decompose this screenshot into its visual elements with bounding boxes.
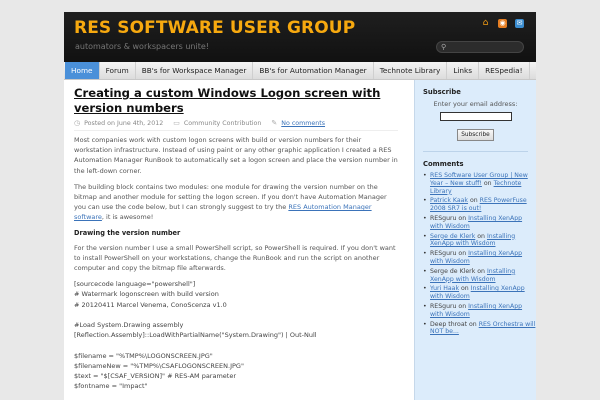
email-field[interactable] <box>439 112 512 121</box>
code-line: # 20120411 Marcel Venema, ConoScenza v1.… <box>74 300 227 309</box>
post-paragraph-end: , it is awesome! <box>101 213 154 222</box>
main-nav: Home Forum BB's for Workspace Manager BB's … <box>64 62 536 80</box>
subscribe-widget: Enter your email address: Subscribe <box>423 100 536 141</box>
comment-author: Serge de Klerk <box>430 267 476 275</box>
divider <box>423 151 528 152</box>
comment-on-text: on <box>483 179 492 187</box>
post-paragraph: Most companies work with custom logon sc… <box>74 136 398 175</box>
subscribe-button[interactable]: Subscribe <box>457 129 494 141</box>
post-date: Posted on June 4th, 2012 <box>84 119 164 127</box>
comment-author: RESguru <box>430 214 457 222</box>
nav-item[interactable]: BB's for Workspace Manager <box>136 62 254 79</box>
comment-item: Patrick Kaak on RES PowerFuse 2008 SR7 i… <box>423 197 536 213</box>
comment-item: Yuri Haak on Installing XenApp with Wisd… <box>423 285 536 301</box>
comment-item: RESguru on Installing XenApp with Wisdom <box>423 215 536 231</box>
post-meta: ◷ Posted on June 4th, 2012 ▭ Community C… <box>74 119 398 127</box>
comment-author[interactable]: Patrick Kaak <box>430 197 468 204</box>
comment-item: Serge de Klerk on Installing XenApp with… <box>423 268 536 284</box>
subscribe-heading: Subscribe <box>423 88 461 96</box>
comment-item: RESguru on Installing XenApp with Wisdom <box>423 250 536 266</box>
comment-author: Deep throat <box>430 320 468 328</box>
search-input[interactable]: ⚲ <box>436 41 524 53</box>
comment-item: Serge de Klerk on Installing XenApp with… <box>423 233 536 249</box>
post-paragraph: For the version number I use a small Pow… <box>74 243 396 273</box>
comment-item: RES Software User Group | New Year – New… <box>423 172 536 195</box>
comment-author: RESguru <box>430 250 457 258</box>
main-content: Creating a custom Windows Logon screen w… <box>64 80 406 400</box>
nav-item[interactable]: Home <box>65 62 100 79</box>
mail-icon[interactable]: ✉ <box>515 19 524 28</box>
comment-on-text: on <box>458 302 467 310</box>
comments-link[interactable]: No comments <box>281 120 325 127</box>
comment-author: RESguru <box>430 302 457 310</box>
header-icons: ⌂ ◉ ✉ <box>481 19 524 28</box>
code-line: # Watermark logonscreen with build versi… <box>74 290 219 299</box>
site-title[interactable]: RES SOFTWARE USER GROUP <box>74 18 355 38</box>
code-line: #Load System.Drawing assembly <box>74 321 184 330</box>
nav-item[interactable]: RESpedia! <box>479 62 530 79</box>
rss-icon[interactable]: ◉ <box>498 19 507 28</box>
comment-on-text: on <box>469 320 477 328</box>
nav-item[interactable]: Forum <box>100 62 136 79</box>
page-wrapper: RES SOFTWARE USER GROUP automators & wor… <box>64 12 536 400</box>
code-line: [Reflection.Assembly]::LoadWithPartialNa… <box>74 331 317 340</box>
comment-item: Deep throat on RES Orchestra will NOT be… <box>423 321 536 337</box>
comment-author[interactable]: Yuri Haak <box>430 285 459 292</box>
site-header: RES SOFTWARE USER GROUP automators & wor… <box>64 12 536 62</box>
site-tagline: automators & workspacers unite! <box>75 42 209 51</box>
comment-on-text: on <box>461 285 469 293</box>
post-subheading: Drawing the version number <box>74 228 181 237</box>
calendar-icon: ◷ <box>74 119 81 127</box>
nav-item[interactable]: Technote Library <box>374 62 448 79</box>
comment-on-text: on <box>458 214 467 222</box>
post-paragraph: The building block contains two modules:… <box>74 182 398 223</box>
nav-item[interactable]: Links <box>447 62 480 79</box>
code-line: $text = "$[CSAF_VERSION]" # RES-AM param… <box>74 372 237 381</box>
comment-icon: ✎ <box>271 119 278 127</box>
subscribe-label: Enter your email address: <box>433 100 518 108</box>
comment-item: RESguru on Installing XenApp with Wisdom <box>423 303 536 319</box>
nav-item[interactable]: BB's for Automation Manager <box>253 62 374 79</box>
code-block: [sourcecode language="powershell"] # Wate… <box>74 279 398 391</box>
post-title[interactable]: Creating a custom Windows Logon screen w… <box>74 86 398 116</box>
comment-on-text: on <box>477 232 485 240</box>
code-line: $filenameNew = "%TMP%\CSAFLOGONSCREEN.JP… <box>74 361 244 370</box>
sidebar: Subscribe Enter your email address: Subs… <box>414 80 536 400</box>
folder-icon: ▭ <box>173 119 180 127</box>
comment-on-text: on <box>458 250 467 258</box>
code-line: $filename = "%TMP%\LOGONSCREEN.JPG" <box>74 351 213 360</box>
recent-comments-list: RES Software User Group | New Year – New… <box>423 172 536 336</box>
post-category[interactable]: Community Contribution <box>184 120 262 127</box>
comment-on-text: on <box>469 197 478 205</box>
divider <box>74 130 398 131</box>
search-icon: ⚲ <box>441 43 447 51</box>
code-line: [sourcecode language="powershell"] <box>74 280 196 289</box>
home-icon[interactable]: ⌂ <box>481 19 490 28</box>
comments-heading: Comments <box>423 160 464 168</box>
comment-on-text: on <box>477 267 485 275</box>
code-line: $fontname = "Impact" <box>74 382 148 391</box>
comment-author[interactable]: Serge de Klerk <box>430 233 475 240</box>
